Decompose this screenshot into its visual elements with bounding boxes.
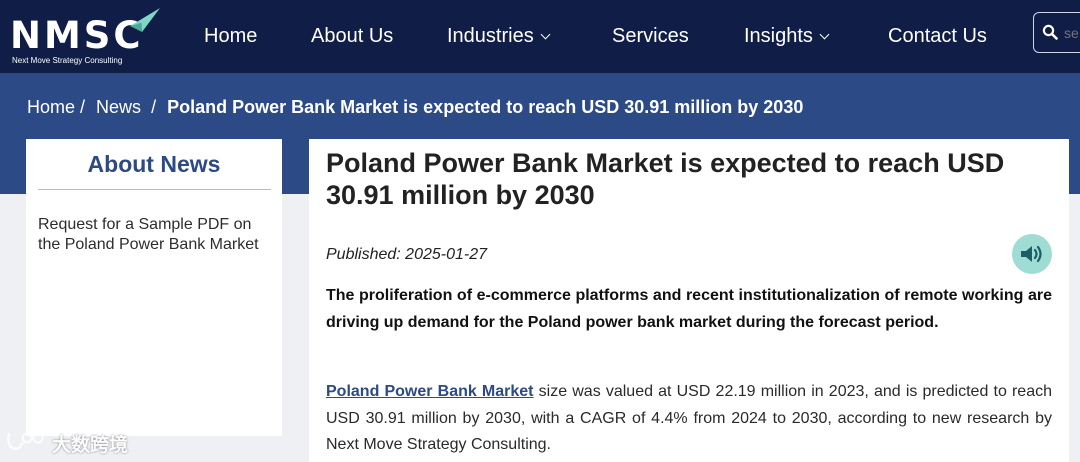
nav-contact-us-label: Contact Us: [888, 25, 987, 47]
article-body: Poland Power Bank Market size was valued…: [326, 379, 1052, 459]
top-navigation: NMSC Next Move Strategy Consulting Home …: [0, 0, 1080, 73]
logo-text: NMSC: [10, 14, 144, 57]
nav-insights[interactable]: Insights: [744, 24, 830, 48]
article-card: Poland Power Bank Market is expected to …: [309, 139, 1069, 462]
sidebar-divider: [38, 189, 271, 190]
sidebar-title: About News: [87, 151, 221, 177]
nav-services-label: Services: [612, 25, 689, 47]
nav-home-label: Home: [204, 25, 258, 47]
search-icon[interactable]: [1042, 24, 1058, 40]
sample-pdf-link[interactable]: Request for a Sample PDF on the Poland P…: [38, 215, 276, 255]
nav-about-us[interactable]: About Us: [311, 24, 393, 48]
nav-services[interactable]: Services: [612, 24, 689, 48]
chevron-down-icon: [819, 29, 830, 40]
nav-about-us-label: About Us: [311, 25, 394, 47]
nav-insights-label: Insights: [744, 25, 813, 47]
logo-arrow-icon: [130, 8, 160, 32]
watermark-logo-icon: [7, 432, 44, 451]
published-date: Published: 2025-01-27: [326, 246, 488, 263]
breadcrumb-separator: /: [80, 97, 86, 117]
nav-contact-us[interactable]: Contact Us: [888, 24, 987, 48]
site-logo[interactable]: NMSC Next Move Strategy Consulting: [10, 8, 160, 66]
watermark: 大数跨境: [6, 428, 146, 456]
breadcrumb-current: Poland Power Bank Market is expected to …: [167, 97, 804, 117]
search-box[interactable]: [1033, 12, 1080, 53]
watermark-text: 大数跨境: [52, 435, 129, 456]
nav-home[interactable]: Home: [204, 24, 257, 48]
nav-industries[interactable]: Industries: [447, 24, 551, 48]
market-report-link[interactable]: Poland Power Bank Market: [326, 383, 534, 400]
search-input[interactable]: [1064, 22, 1080, 44]
breadcrumb: Home / News / Poland Power Bank Market is …: [27, 96, 803, 118]
speaker-icon: [1021, 245, 1042, 263]
nav-industries-label: Industries: [447, 25, 534, 47]
chevron-down-icon: [540, 29, 551, 40]
article-lead: The proliferation of e-commerce platform…: [326, 287, 1052, 331]
listen-audio-button[interactable]: [1012, 234, 1052, 274]
breadcrumb-news[interactable]: News: [96, 97, 141, 117]
breadcrumb-separator: /: [151, 97, 157, 117]
page-title: Poland Power Bank Market is expected to …: [326, 148, 1005, 210]
logo-tagline: Next Move Strategy Consulting: [12, 56, 123, 65]
breadcrumb-home[interactable]: Home: [27, 97, 75, 117]
sidebar: About News Request for a Sample PDF on t…: [26, 139, 282, 436]
